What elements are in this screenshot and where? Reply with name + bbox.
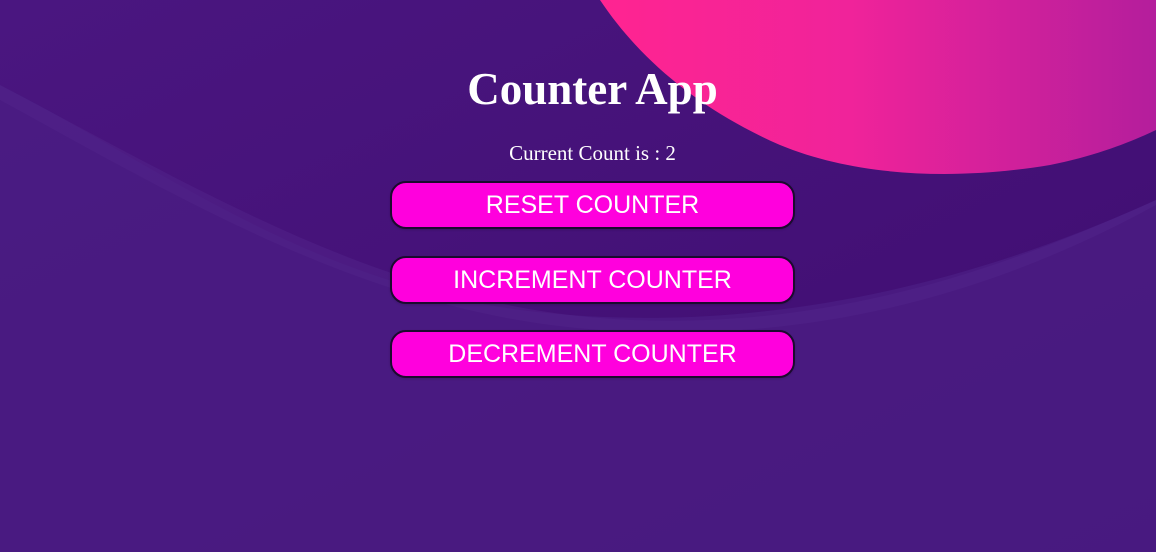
page-title: Counter App (467, 64, 718, 114)
current-count-label: Current Count is : 2 (509, 141, 676, 165)
counter-app: Counter App Current Count is : 2 RESET C… (0, 0, 1156, 552)
increment-counter-button[interactable]: INCREMENT COUNTER (390, 256, 795, 304)
reset-counter-button[interactable]: RESET COUNTER (390, 181, 795, 229)
decrement-counter-button[interactable]: DECREMENT COUNTER (390, 330, 795, 378)
